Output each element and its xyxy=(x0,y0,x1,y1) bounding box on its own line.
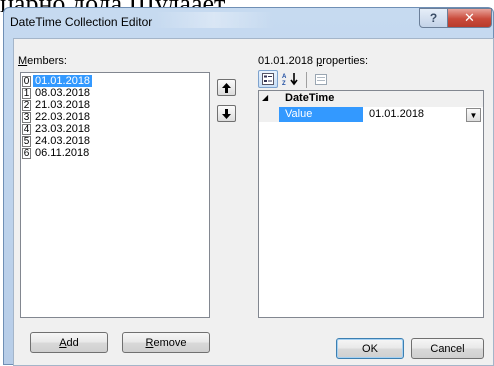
item-index: 4 xyxy=(22,123,31,135)
properties-label: 01.01.2018 properties: xyxy=(258,55,368,67)
item-index: 6 xyxy=(22,147,31,159)
category-row[interactable]: ◢ DateTime xyxy=(259,91,483,107)
svg-text:A: A xyxy=(282,74,287,80)
property-row[interactable]: Value 01.01.2018 ▼ xyxy=(259,107,483,122)
members-label-mnemonic: M xyxy=(18,55,28,67)
list-item[interactable]: 4 23.03.2018 xyxy=(22,123,208,135)
move-down-button[interactable] xyxy=(217,105,236,122)
add-button-label: dd xyxy=(66,336,79,349)
remove-button-label: emove xyxy=(153,336,187,349)
item-value: 22.03.2018 xyxy=(35,111,91,123)
add-button[interactable]: Add xyxy=(30,332,108,353)
members-label-text: embers: xyxy=(27,55,67,67)
arrow-up-icon xyxy=(222,82,231,93)
members-list[interactable]: 0 01.01.2018 1 08.03.2018 2 21.03.2018 3 22.… xyxy=(20,72,210,318)
categorized-button[interactable] xyxy=(258,70,278,88)
list-item[interactable]: 5 24.03.2018 xyxy=(22,135,208,147)
dialog-content: Members: 0 01.01.2018 1 08.03.2018 2 21.03.… xyxy=(0,30,494,365)
property-pages-button[interactable] xyxy=(312,70,330,88)
dropdown-button[interactable]: ▼ xyxy=(466,108,481,122)
category-name: DateTime xyxy=(285,92,335,104)
add-button-mnemonic: A xyxy=(59,336,67,349)
property-grid[interactable]: ◢ DateTime Value 01.01.2018 ▼ xyxy=(258,90,484,318)
list-item[interactable]: 2 21.03.2018 xyxy=(22,99,208,111)
item-index: 5 xyxy=(22,135,31,147)
properties-label-item: 01.01.2018 xyxy=(258,55,317,67)
list-item[interactable]: 6 06.11.2018 xyxy=(22,147,208,159)
item-value: 01.01.2018 xyxy=(33,75,93,87)
item-value: 08.03.2018 xyxy=(35,87,91,99)
item-index: 0 xyxy=(22,75,31,87)
arrow-down-icon xyxy=(222,108,231,119)
properties-label-text: roperties: xyxy=(322,55,369,67)
property-pages-icon xyxy=(315,73,327,85)
list-item[interactable]: 0 01.01.2018 xyxy=(22,75,208,87)
move-up-button[interactable] xyxy=(217,79,236,96)
title-bar-glass xyxy=(154,12,274,28)
list-item[interactable]: 1 08.03.2018 xyxy=(22,87,208,99)
collapse-triangle-icon[interactable]: ◢ xyxy=(262,93,268,102)
item-index: 1 xyxy=(22,87,31,99)
members-label: Members: xyxy=(18,55,67,67)
cancel-button[interactable]: Cancel xyxy=(411,338,484,359)
item-index: 3 xyxy=(22,111,31,123)
sort-alphabetical-icon: A Z xyxy=(282,73,298,86)
categorized-icon xyxy=(262,73,274,85)
chevron-down-icon: ▼ xyxy=(469,110,478,120)
property-name[interactable]: Value xyxy=(279,107,363,122)
svg-text:Z: Z xyxy=(282,81,286,86)
item-value: 06.11.2018 xyxy=(35,147,90,159)
toolbar-separator xyxy=(306,72,307,88)
help-button[interactable]: ? xyxy=(419,8,448,28)
properties-toolbar: A Z xyxy=(258,70,368,90)
property-row-margin xyxy=(259,107,279,122)
ok-button[interactable]: OK xyxy=(336,338,404,359)
list-item[interactable]: 3 22.03.2018 xyxy=(22,111,208,123)
remove-button-mnemonic: R xyxy=(145,336,154,349)
item-value: 23.03.2018 xyxy=(35,123,91,135)
item-value: 21.03.2018 xyxy=(35,99,91,111)
window-title: DateTime Collection Editor xyxy=(10,15,153,29)
alphabetical-button[interactable]: A Z xyxy=(280,70,302,88)
item-index: 2 xyxy=(22,99,31,111)
close-button[interactable]: ✕ xyxy=(447,8,492,28)
remove-button[interactable]: Remove xyxy=(122,332,210,353)
item-value: 24.03.2018 xyxy=(35,135,91,147)
property-value[interactable]: 01.01.2018 xyxy=(365,107,469,122)
